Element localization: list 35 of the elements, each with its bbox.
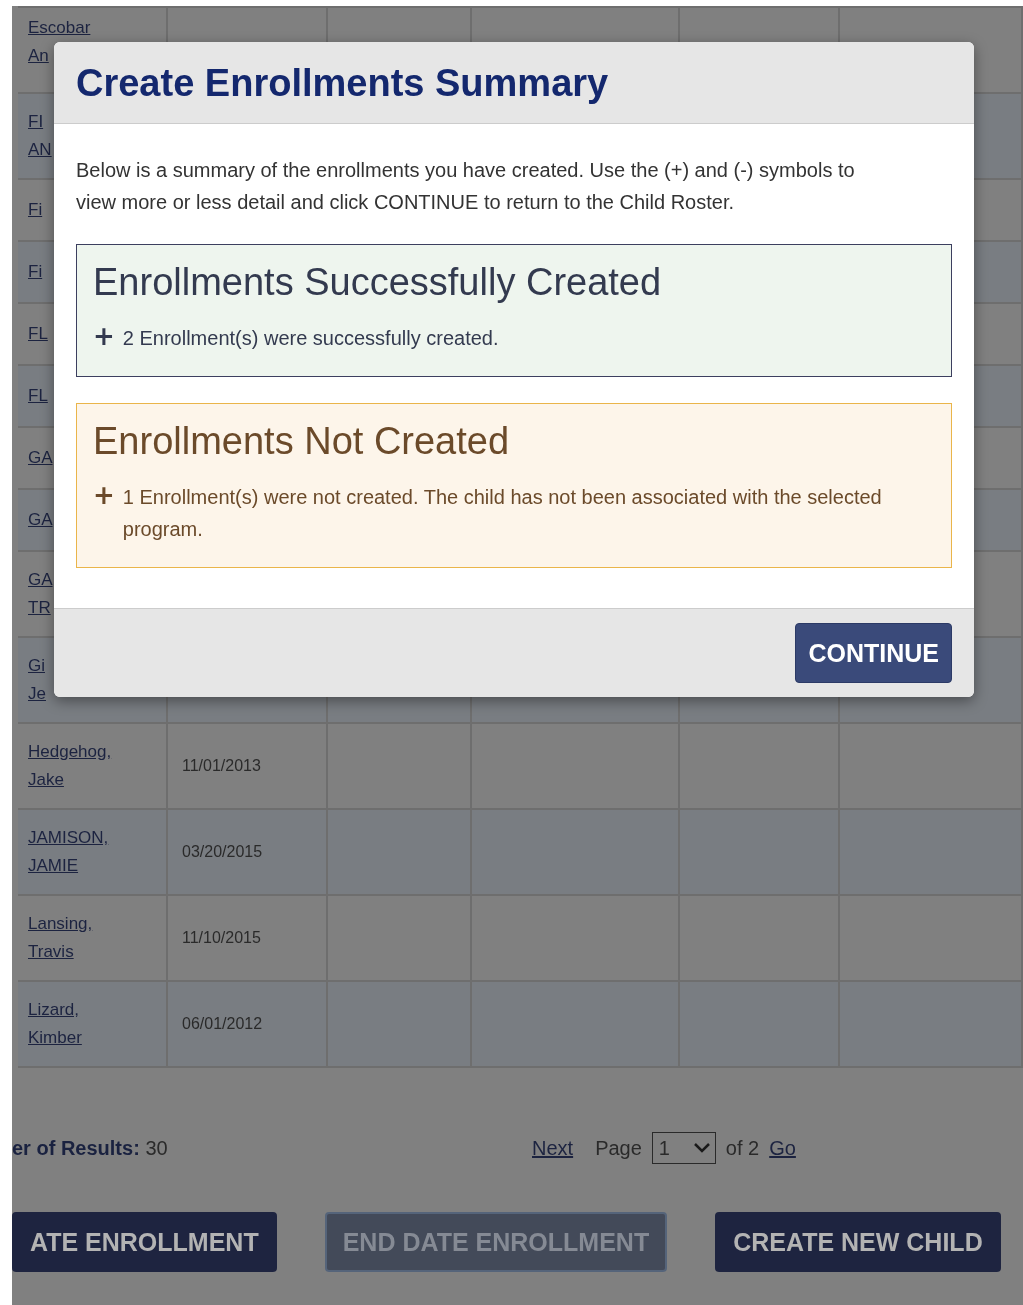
panel-message: 2 Enrollment(s) were successfully created. bbox=[122, 326, 499, 351]
next-link[interactable]: Next bbox=[532, 1136, 574, 1160]
child-name-link[interactable]: JAMISON, JAMIE bbox=[28, 824, 109, 880]
results-count: er of Results: 30 bbox=[12, 1136, 169, 1160]
child-name-link[interactable]: Gi Je bbox=[28, 652, 46, 708]
birth-date: 03/20/2015 bbox=[181, 843, 263, 861]
dialog-title: Create Enrollments Summary bbox=[76, 62, 610, 105]
chevron-down-icon bbox=[692, 1142, 711, 1154]
child-name-link[interactable]: Hedgehog, Jake bbox=[28, 738, 112, 794]
page-total: of 2 bbox=[725, 1136, 760, 1160]
child-name-link[interactable]: FI AN bbox=[28, 108, 52, 164]
child-name-link[interactable]: Fi bbox=[28, 258, 43, 286]
child-name-link[interactable]: Lansing, Travis bbox=[28, 910, 93, 966]
child-name-link[interactable]: Lizard, Kimber bbox=[28, 996, 82, 1052]
child-name-link[interactable]: FL bbox=[28, 320, 48, 348]
expand-toggle[interactable]: + bbox=[93, 322, 115, 350]
page-label: Page bbox=[595, 1136, 642, 1160]
intro-text: Below is a summary of the enrollments you have created. Use the (+) and (-) symbols to view more or less detail and click CONTINUE to return to the Child Roster. bbox=[76, 158, 856, 215]
birth-date: 06/01/2012 bbox=[181, 1015, 263, 1033]
child-name-link[interactable]: GA bbox=[28, 444, 53, 472]
birth-date: 11/01/2013 bbox=[181, 757, 261, 775]
child-name-link[interactable]: FL bbox=[28, 382, 48, 410]
panel-title: Enrollments Not Created bbox=[93, 420, 511, 463]
child-name-link[interactable]: Fi bbox=[28, 196, 43, 224]
page-select[interactable]: 1 bbox=[651, 1132, 716, 1164]
panel-message: 1 Enrollment(s) were not created. The child has not been associated with the selected program. bbox=[122, 485, 883, 542]
continue-button[interactable]: CONTINUE bbox=[795, 623, 952, 683]
action-button[interactable]: CREATE NEW CHILD bbox=[715, 1212, 1001, 1272]
child-name-link[interactable]: GA TR bbox=[28, 566, 53, 622]
expand-toggle[interactable]: + bbox=[93, 481, 115, 509]
birth-date: 11/10/2015 bbox=[181, 929, 261, 947]
child-name-link[interactable]: GA bbox=[28, 506, 53, 534]
go-link[interactable]: Go bbox=[769, 1136, 796, 1160]
action-button[interactable]: ATE ENROLLMENT bbox=[12, 1212, 277, 1272]
panel-title: Enrollments Successfully Created bbox=[93, 261, 663, 304]
